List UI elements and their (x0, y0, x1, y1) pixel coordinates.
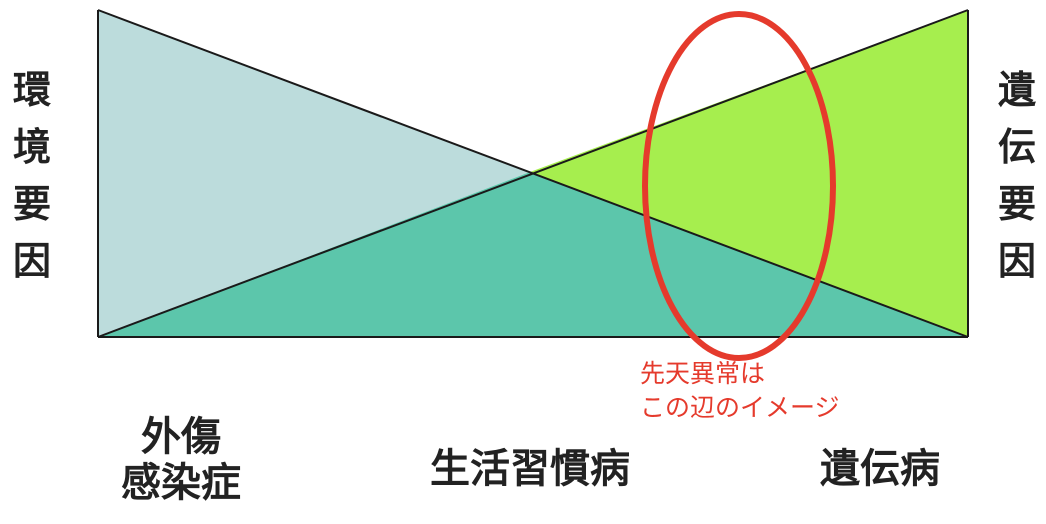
lifestyle-disease-label: 生活習慣病 (430, 446, 630, 492)
environmental-factor-label: 環 境 要 因 (12, 68, 51, 283)
genetic-factor-label: 遺 伝 要 因 (997, 68, 1036, 283)
congenital-anomaly-note: 先天異常は この辺のイメージ (640, 359, 840, 422)
genetic-disease-label: 遺伝病 (820, 446, 940, 492)
trauma-infection-label: 外傷 感染症 (121, 414, 241, 506)
